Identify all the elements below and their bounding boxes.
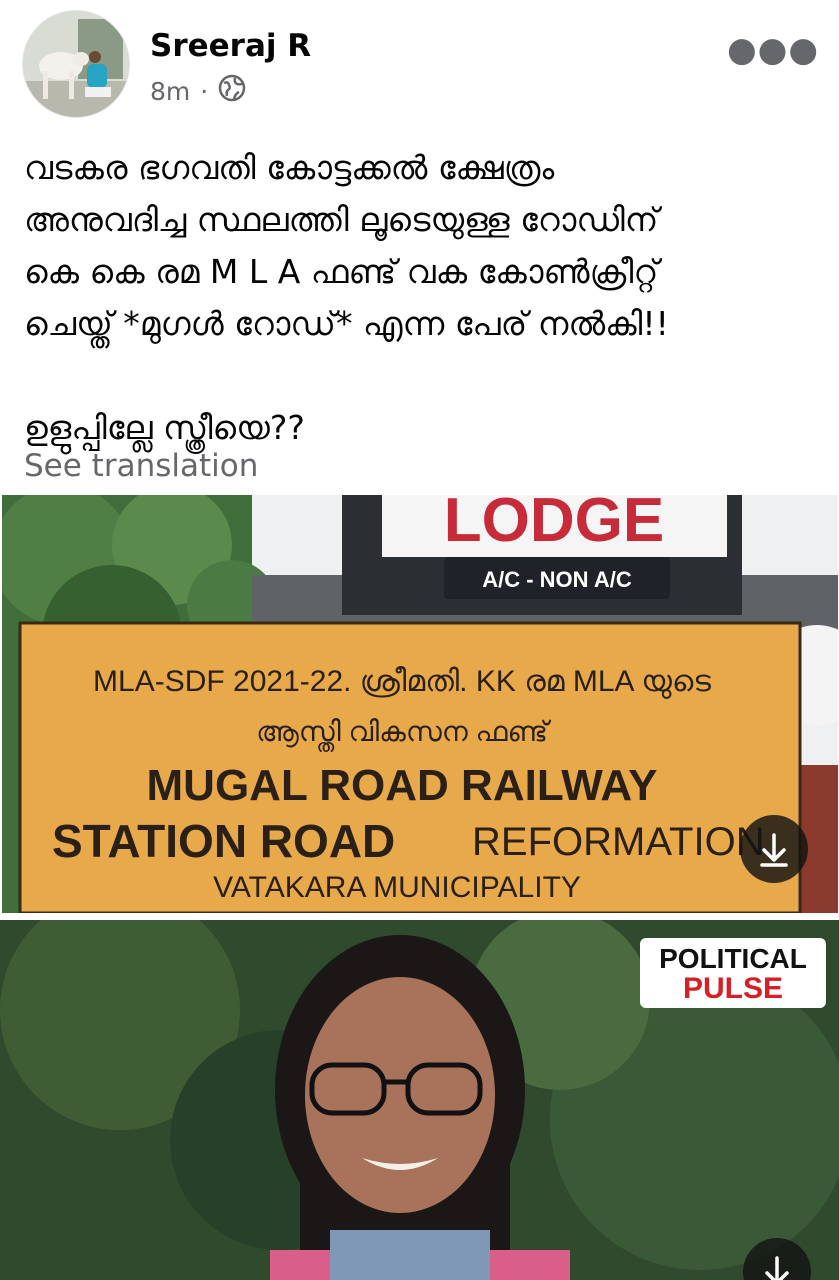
post-text-line: ഉളുപ്പില്ലേ സ്ത്രീയെ?? xyxy=(24,408,305,447)
avatar[interactable] xyxy=(22,10,130,118)
post-text-line: ചെയ്ത് *മുഗൾ റോഡ്* എന്ന പേര് നൽകി!! xyxy=(24,304,669,343)
post-text: വടകര ഭഗവതി കോട്ടക്കൽ ക്ഷേത്രം അനുവദിച്ച … xyxy=(24,142,824,454)
post-text-line: അനുവദിച്ച സ്ഥലത്തി ലൂടെയുള്ള റോഡിന് xyxy=(24,200,659,239)
board-line-2: ആസ്തി വികസന ഫണ്ട് xyxy=(256,716,551,752)
see-translation-link[interactable]: See translation xyxy=(24,448,258,484)
board-line-1: MLA-SDF 2021-22. ശ്രീമതി. KK രമ MLA യുടെ xyxy=(93,665,711,699)
post-header: Sreeraj R 8m · ●●● xyxy=(0,0,839,130)
meta-separator: · xyxy=(200,76,209,106)
logo-line-1: POLITICAL xyxy=(659,943,807,974)
download-arrow-icon[interactable] xyxy=(740,815,808,883)
post-photo-portrait[interactable]: POLITICAL PULSE xyxy=(0,920,839,1280)
board-line-3: MUGAL ROAD RAILWAY xyxy=(147,761,658,810)
globe-icon[interactable] xyxy=(218,74,246,108)
political-pulse-logo: POLITICAL PULSE xyxy=(640,938,826,1008)
avatar-photo xyxy=(23,11,129,117)
lodge-sign-text: LODGE xyxy=(444,495,664,555)
post-text-line: കെ കെ രമ M L A ഫണ്ട് വക കോൺക്രീറ്റ് xyxy=(24,252,659,291)
more-horizontal-icon[interactable]: ●●● xyxy=(727,30,819,70)
board-line-5: VATAKARA MUNICIPALITY xyxy=(213,871,581,904)
board-photo: LODGE A/C - NON A/C MLA-SDF 2021-22. ശ്ര… xyxy=(2,495,838,913)
post-photo-board[interactable]: LODGE A/C - NON A/C MLA-SDF 2021-22. ശ്ര… xyxy=(2,495,838,913)
author-name[interactable]: Sreeraj R xyxy=(150,28,311,64)
board-line-4-bold: STATION ROAD xyxy=(52,815,395,867)
download-arrow-icon[interactable] xyxy=(743,1238,811,1280)
post-time[interactable]: 8m xyxy=(150,77,190,106)
post-meta: 8m · xyxy=(150,74,246,108)
board-line-4-rest: REFORMATION xyxy=(472,820,765,864)
post-text-line: വടകര ഭഗവതി കോട്ടക്കൽ ക്ഷേത്രം xyxy=(24,148,555,187)
ac-label: A/C - NON A/C xyxy=(482,567,632,592)
logo-line-2: PULSE xyxy=(682,972,784,1005)
